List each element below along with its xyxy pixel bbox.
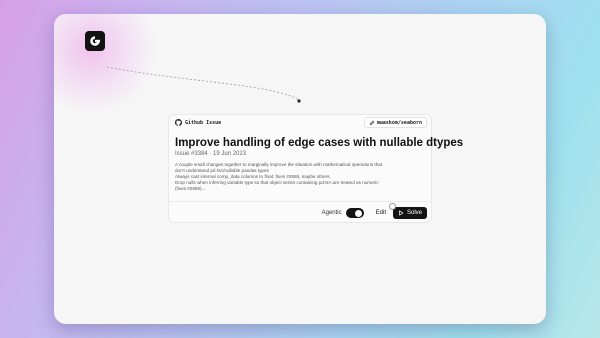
agentic-label: Agentic	[321, 210, 342, 216]
source-label: Github Issue	[185, 119, 222, 126]
issue-body-line: (fixes #2686)...	[175, 186, 206, 191]
repo-link[interactable]: mwaskom/seaborn	[363, 117, 427, 128]
issue-meta: Issue #3384 · 19 Jun 2023	[175, 151, 247, 157]
link-icon	[369, 120, 375, 125]
edit-button[interactable]: Edit	[376, 210, 386, 216]
toggle-knob	[355, 209, 363, 217]
cursor-indicator	[388, 203, 396, 210]
issue-body: A couple small changes together to margi…	[175, 162, 425, 192]
action-bar: Agentic Edit Solve	[321, 203, 427, 219]
repo-label: mwaskom/seaborn	[376, 119, 422, 126]
issue-title: Improve handling of edge cases with null…	[175, 137, 464, 149]
github-icon	[175, 119, 182, 126]
main-card: Github Issue mwaskom/seaborn Improve han…	[54, 14, 546, 324]
issue-panel: Github Issue mwaskom/seaborn Improve han…	[168, 114, 463, 223]
play-icon	[399, 210, 404, 216]
solve-label: Solve	[406, 210, 422, 216]
app-logo-icon[interactable]	[85, 31, 105, 51]
panel-divider	[169, 201, 431, 202]
agentic-toggle[interactable]	[345, 208, 364, 218]
issue-source: Github Issue	[175, 119, 221, 126]
solve-button[interactable]: Solve	[388, 203, 427, 219]
